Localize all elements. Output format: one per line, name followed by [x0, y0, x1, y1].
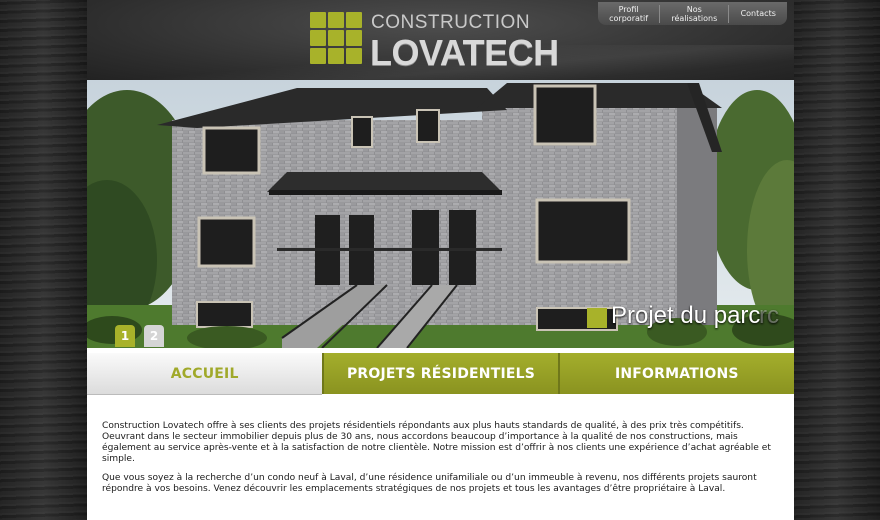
site-container: CONSTRUCTION LOVATECH Profil corporatif …: [87, 0, 794, 520]
hero-caption-fade: rc: [759, 302, 779, 329]
main-navigation: ACCUEIL PROJETS RÉSIDENTIELS INFORMATION…: [87, 353, 794, 395]
hero-slideshow: Projet du parc rc: [87, 80, 794, 348]
wood-background-left: [0, 0, 87, 520]
intro-paragraph: Construction Lovatech offre à ses client…: [102, 421, 771, 464]
topnav-contacts[interactable]: Contacts: [729, 9, 787, 18]
logo[interactable]: CONSTRUCTION LOVATECH: [310, 12, 580, 73]
logo-line-2: LOVATECH: [370, 32, 559, 73]
topnav-nos-realisations[interactable]: Nos réalisations: [660, 4, 730, 23]
caption-square-icon: [587, 308, 607, 328]
tab-accueil[interactable]: ACCUEIL: [87, 353, 323, 395]
hero-caption-text: Projet du parc: [611, 302, 761, 329]
main-content: Construction Lovatech offre à ses client…: [102, 421, 782, 503]
wood-background-right: [794, 0, 880, 520]
logo-line-1: CONSTRUCTION: [371, 12, 531, 33]
topnav-profil-corporatif[interactable]: Profil corporatif: [598, 4, 661, 23]
header: CONSTRUCTION LOVATECH Profil corporatif …: [87, 0, 794, 80]
slide-tab-1[interactable]: 1: [115, 325, 135, 347]
slide-tab-2[interactable]: 2: [144, 325, 164, 347]
tab-informations[interactable]: INFORMATIONS: [557, 353, 794, 394]
top-navigation: Profil corporatif Nos réalisations Conta…: [598, 2, 787, 25]
tab-projets-residentiels[interactable]: PROJETS RÉSIDENTIELS: [322, 353, 558, 394]
logo-grid-icon: [310, 12, 364, 66]
secondary-paragraph: Que vous soyez à la recherche d’un condo…: [102, 473, 757, 494]
